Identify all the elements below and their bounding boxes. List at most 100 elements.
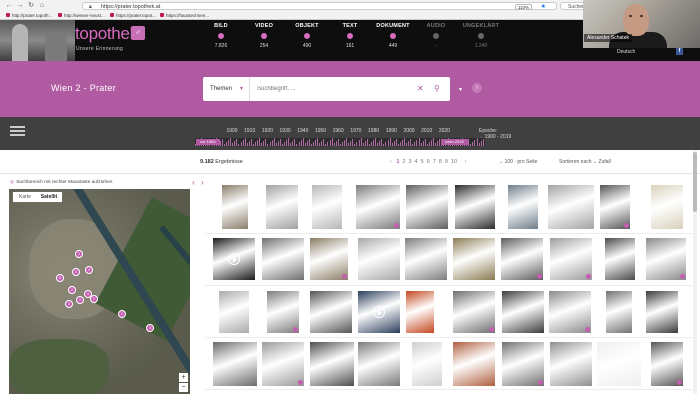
photo-thumbnail[interactable] xyxy=(550,342,592,386)
page-scrollbar[interactable] xyxy=(693,150,697,394)
photo-thumbnail[interactable] xyxy=(600,185,630,229)
page-link[interactable]: 10 xyxy=(451,159,457,165)
page-link[interactable]: 8 xyxy=(439,159,442,165)
photo-thumbnail[interactable] xyxy=(646,291,678,333)
info-icon[interactable]: i xyxy=(472,83,482,93)
map-marker[interactable]: 2 xyxy=(68,286,76,294)
photo-thumbnail[interactable] xyxy=(549,291,591,333)
bookmark-item[interactable]: http://wiener-neust... xyxy=(58,12,105,19)
photo-thumbnail[interactable] xyxy=(266,185,298,229)
photo-thumbnail[interactable] xyxy=(262,238,304,280)
photo-thumbnail[interactable] xyxy=(356,185,400,229)
expand-map-icon[interactable]: › xyxy=(201,178,204,187)
bookmark-item[interactable]: http://prater.topoth... xyxy=(6,12,52,19)
bookmark-star-icon[interactable]: ★ xyxy=(541,3,546,11)
clear-icon[interactable]: ✕ xyxy=(417,77,424,101)
photo-thumbnail[interactable] xyxy=(646,238,686,280)
url-bar[interactable]: 🔒︎ https://prater.topothek.at 110% ★ xyxy=(82,2,557,10)
bookmark-item[interactable]: https://prater.topot... xyxy=(110,12,156,19)
photo-thumbnail[interactable] xyxy=(262,342,304,386)
timeline-end-handle[interactable]: nach 2019 xyxy=(441,139,468,145)
map-type-karte[interactable]: Karte xyxy=(13,192,37,202)
photo-thumbnail[interactable] xyxy=(453,291,495,333)
photo-thumbnail[interactable] xyxy=(550,238,592,280)
search-icon[interactable]: ⚲ xyxy=(434,77,440,101)
brand-logo[interactable]: topothek xyxy=(75,24,138,44)
category-dokument[interactable]: DOKUMENT 449 xyxy=(373,23,413,49)
page-link[interactable]: 9 xyxy=(445,159,448,165)
menu-icon[interactable] xyxy=(10,126,25,136)
prev-page-icon[interactable]: ‹ xyxy=(390,159,392,165)
page-link[interactable]: 4 xyxy=(415,159,418,165)
zoom-out-button[interactable]: − xyxy=(179,383,188,392)
collapse-map-icon[interactable]: ‹ xyxy=(192,178,195,187)
photo-thumbnail[interactable] xyxy=(605,238,635,280)
map-marker[interactable]: 2 xyxy=(75,250,83,258)
bookmark-item[interactable]: https://haustechnen... xyxy=(160,12,209,19)
map-marker[interactable]: 4 xyxy=(84,290,92,298)
page-link[interactable]: 5 xyxy=(421,159,424,165)
per-page-select[interactable]: ⌄ 100 · pro Seite xyxy=(499,159,537,165)
home-icon[interactable]: ⌂ xyxy=(37,2,47,10)
photo-thumbnail[interactable] xyxy=(310,238,348,280)
photo-thumbnail[interactable] xyxy=(406,185,448,229)
photo-thumbnail[interactable] xyxy=(453,342,495,386)
category-ungeklaert[interactable]: UNGEKLÄRT 1.240 xyxy=(461,23,501,49)
photo-thumbnail[interactable] xyxy=(213,342,257,386)
options-chevron-icon[interactable]: ▾ xyxy=(459,86,462,93)
zoom-level[interactable]: 110% xyxy=(514,4,532,10)
photo-thumbnail[interactable] xyxy=(651,185,683,229)
map-marker[interactable]: 2 xyxy=(118,310,126,318)
reload-icon[interactable]: ↻ xyxy=(26,2,36,10)
photo-thumbnail[interactable] xyxy=(312,185,342,229)
photo-thumbnail[interactable] xyxy=(358,342,400,386)
photo-thumbnail[interactable] xyxy=(405,238,447,280)
photo-thumbnail[interactable] xyxy=(310,291,352,333)
category-bild[interactable]: BILD 7.826 xyxy=(201,23,241,49)
map-marker[interactable]: 3 xyxy=(72,268,80,276)
photo-thumbnail[interactable] xyxy=(501,238,543,280)
photo-thumbnail[interactable] xyxy=(453,238,495,280)
category-audio[interactable]: AUDIO - xyxy=(416,23,456,49)
photo-thumbnail[interactable] xyxy=(310,342,354,386)
map-marker[interactable]: 3 xyxy=(146,324,154,332)
photo-thumbnail[interactable] xyxy=(597,342,641,386)
photo-thumbnail[interactable] xyxy=(508,185,538,229)
photo-thumbnail[interactable] xyxy=(455,185,495,229)
facebook-icon[interactable]: f xyxy=(676,48,683,55)
satellite-map[interactable] xyxy=(9,189,190,394)
page-link[interactable]: 7 xyxy=(433,159,436,165)
timeline-start-handle[interactable]: vor 1900 xyxy=(196,139,220,145)
photo-thumbnail[interactable] xyxy=(502,342,544,386)
photo-thumbnail[interactable] xyxy=(606,291,632,333)
sort-select[interactable]: Sortieren nach ⌄ Zufall xyxy=(559,159,611,165)
photo-thumbnail[interactable] xyxy=(219,291,249,333)
photo-thumbnail[interactable] xyxy=(502,291,544,333)
page-link[interactable]: 6 xyxy=(427,159,430,165)
photo-thumbnail[interactable] xyxy=(358,291,400,333)
category-text[interactable]: TEXT 161 xyxy=(330,23,370,49)
back-icon[interactable]: ← xyxy=(4,2,14,10)
map-type-satellit[interactable]: Satellit xyxy=(37,192,61,202)
search-input[interactable] xyxy=(257,77,407,101)
photo-thumbnail[interactable] xyxy=(213,238,255,280)
map-marker[interactable]: 4 xyxy=(85,266,93,274)
photo-thumbnail[interactable] xyxy=(406,291,434,333)
photo-thumbnail[interactable] xyxy=(651,342,683,386)
photo-thumbnail[interactable] xyxy=(222,185,248,229)
page-link[interactable]: 1 xyxy=(396,159,399,165)
category-video[interactable]: VIDEO 254 xyxy=(244,23,284,49)
page-link[interactable]: 3 xyxy=(409,159,412,165)
map-marker[interactable]: 3 xyxy=(65,300,73,308)
photo-thumbnail[interactable] xyxy=(358,238,400,280)
themen-dropdown[interactable]: Themen ▾ xyxy=(203,77,250,101)
photo-thumbnail[interactable] xyxy=(412,342,442,386)
photo-thumbnail[interactable] xyxy=(548,185,594,229)
next-page-icon[interactable]: › xyxy=(465,159,467,165)
forward-icon[interactable]: → xyxy=(15,2,25,10)
page-link[interactable]: 2 xyxy=(402,159,405,165)
category-objekt[interactable]: OBJEKT 490 xyxy=(287,23,327,49)
photo-thumbnail[interactable] xyxy=(267,291,299,333)
zoom-in-button[interactable]: + xyxy=(179,373,188,382)
language-select[interactable]: Deutsch xyxy=(617,49,635,55)
